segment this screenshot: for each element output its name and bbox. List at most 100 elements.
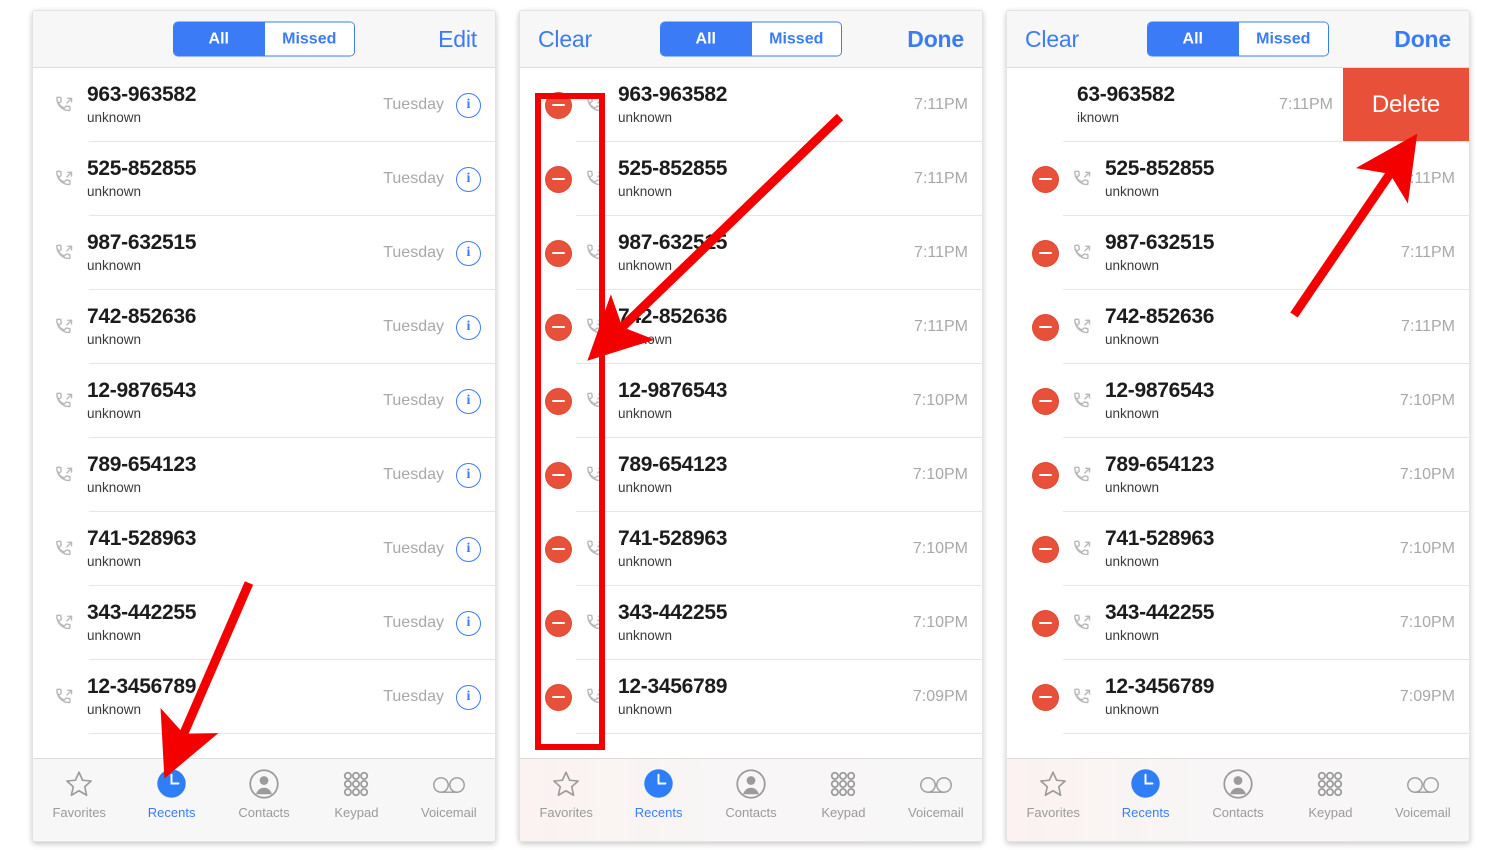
call-row[interactable]: 987-632515 unknown 7:11PM [1007, 216, 1469, 290]
info-icon[interactable]: i [456, 610, 481, 636]
info-icon[interactable]: i [456, 166, 481, 192]
call-row[interactable]: 12-3456789 unknown 7:09PM [1007, 660, 1469, 734]
call-row[interactable]: 789-654123 unknown 7:10PM [1007, 438, 1469, 512]
tab-favorites[interactable]: Favorites [520, 767, 612, 820]
call-row[interactable]: 742-852636 unknown 7:11PM [520, 290, 982, 364]
done-button-2[interactable]: Done [907, 26, 964, 53]
calls-filter-segmented-control-2[interactable]: All Missed [660, 21, 842, 57]
call-row[interactable]: 12-3456789 unknown 7:09PM [520, 660, 982, 734]
tab-contacts[interactable]: Contacts [705, 767, 797, 820]
remove-minus-icon[interactable] [1031, 387, 1059, 415]
segment-missed[interactable]: Missed [750, 22, 841, 56]
call-row[interactable]: 343-442255 unknown 7:10PM [1007, 586, 1469, 660]
calls-filter-segmented-control[interactable]: All Missed [173, 21, 355, 57]
info-icon[interactable]: i [456, 536, 481, 562]
tab-voicemail[interactable]: Voicemail [890, 767, 982, 820]
info-icon[interactable]: i [456, 684, 481, 710]
tab-keypad[interactable]: Keypad [797, 767, 889, 820]
segment-all[interactable]: All [174, 22, 264, 56]
info-icon[interactable]: i [456, 388, 481, 414]
call-row[interactable]: 525-852855 unknown 7:11PM [520, 142, 982, 216]
delete-slot [536, 683, 580, 711]
remove-minus-icon[interactable] [544, 387, 572, 415]
call-meta: 7:11PM [914, 96, 982, 114]
tab-contacts[interactable]: Contacts [1192, 767, 1284, 820]
tab-favorites[interactable]: Favorites [33, 767, 125, 820]
remove-minus-icon[interactable] [544, 239, 572, 267]
remove-minus-icon[interactable] [1031, 239, 1059, 267]
call-row[interactable]: 12-9876543 unknown 7:10PM [520, 364, 982, 438]
navigation-bar-3: Clear All Missed Done [1007, 11, 1469, 68]
call-row[interactable]: 12-3456789 unknown Tuesday i [33, 660, 495, 734]
call-number: 741-528963 [618, 527, 728, 550]
delete-slot [1023, 387, 1067, 415]
remove-minus-icon[interactable] [1031, 535, 1059, 563]
tab-bar-1[interactable]: Favorites Recents Contacts Keypad Voicemail [33, 758, 495, 841]
tab-recents[interactable]: Recents [125, 767, 217, 820]
call-row[interactable]: 741-528963 unknown 7:10PM [520, 512, 982, 586]
remove-minus-icon[interactable] [1031, 609, 1059, 637]
remove-minus-icon[interactable] [544, 609, 572, 637]
tab-favorites[interactable]: Favorites [1007, 767, 1099, 820]
call-row[interactable]: 525-852855 unknown Tuesday i [33, 142, 495, 216]
delete-button[interactable]: Delete [1343, 68, 1469, 141]
tab-recents[interactable]: Recents [612, 767, 704, 820]
segment-all[interactable]: All [1148, 22, 1238, 56]
info-icon[interactable]: i [456, 462, 481, 488]
tab-bar-3[interactable]: Favorites Recents Contacts Keypad Voicemail [1007, 758, 1469, 841]
call-row[interactable]: 987-632515 unknown 7:11PM [520, 216, 982, 290]
segment-missed[interactable]: Missed [1237, 22, 1328, 56]
remove-minus-icon[interactable] [544, 91, 572, 119]
tab-recents[interactable]: Recents [1099, 767, 1191, 820]
call-row[interactable]: 789-654123 unknown Tuesday i [33, 438, 495, 512]
tab-voicemail[interactable]: Voicemail [1377, 767, 1469, 820]
call-number: 12-9876543 [1105, 379, 1215, 402]
call-row[interactable]: 742-852636 unknown Tuesday i [33, 290, 495, 364]
clear-button-2[interactable]: Clear [538, 26, 592, 53]
call-number: 741-528963 [1105, 527, 1215, 550]
call-row[interactable]: 741-528963 unknown Tuesday i [33, 512, 495, 586]
call-row[interactable]: 741-528963 unknown 7:10PM [1007, 512, 1469, 586]
call-row[interactable]: 12-9876543 unknown Tuesday i [33, 364, 495, 438]
tab-keypad[interactable]: Keypad [1284, 767, 1376, 820]
recents-call-list-3[interactable]: 63-963582 iknown 7:11PM Delete 525-852855… [1007, 68, 1469, 758]
call-row[interactable]: 12-9876543 unknown 7:10PM [1007, 364, 1469, 438]
call-row[interactable]: 789-654123 unknown 7:10PM [520, 438, 982, 512]
delete-slot [536, 165, 580, 193]
call-row[interactable]: 525-852855 unknown 7:11PM [1007, 142, 1469, 216]
remove-minus-icon[interactable] [1031, 683, 1059, 711]
call-row-text: 12-3456789 unknown [610, 675, 913, 719]
remove-minus-icon[interactable] [1031, 461, 1059, 489]
segment-all[interactable]: All [661, 22, 751, 56]
tab-voicemail[interactable]: Voicemail [403, 767, 495, 820]
call-row[interactable]: 987-632515 unknown Tuesday i [33, 216, 495, 290]
segment-missed[interactable]: Missed [263, 22, 354, 56]
call-row-swiped[interactable]: 63-963582 iknown 7:11PM Delete [1007, 68, 1469, 142]
remove-minus-icon[interactable] [544, 683, 572, 711]
remove-minus-icon[interactable] [1031, 313, 1059, 341]
tab-contacts[interactable]: Contacts [218, 767, 310, 820]
edit-button[interactable]: Edit [438, 26, 477, 53]
clear-button-3[interactable]: Clear [1025, 26, 1079, 53]
call-row[interactable]: 742-852636 unknown 7:11PM [1007, 290, 1469, 364]
call-row[interactable]: 343-442255 unknown Tuesday i [33, 586, 495, 660]
remove-minus-icon[interactable] [544, 461, 572, 489]
call-row[interactable]: 343-442255 unknown 7:10PM [520, 586, 982, 660]
info-icon[interactable]: i [456, 314, 481, 340]
remove-minus-icon[interactable] [1031, 165, 1059, 193]
remove-minus-icon[interactable] [544, 165, 572, 193]
done-button-3[interactable]: Done [1394, 26, 1451, 53]
call-row[interactable]: 963-963582 unknown Tuesday i [33, 68, 495, 142]
tab-label: Keypad [334, 805, 379, 820]
recents-call-list-1[interactable]: 963-963582 unknown Tuesday i 525-852855 unkno… [33, 68, 495, 758]
info-icon[interactable]: i [456, 240, 481, 266]
call-row[interactable]: 963-963582 unknown 7:11PM [520, 68, 982, 142]
remove-minus-icon[interactable] [544, 535, 572, 563]
remove-minus-icon[interactable] [544, 313, 572, 341]
info-icon[interactable]: i [456, 92, 481, 118]
tab-bar-2[interactable]: Favorites Recents Contacts Keypad Voicemail [520, 758, 982, 841]
calls-filter-segmented-control-3[interactable]: All Missed [1147, 21, 1329, 57]
recents-call-list-2[interactable]: 963-963582 unknown 7:11PM 525-852855 unknown… [520, 68, 982, 758]
tab-keypad[interactable]: Keypad [310, 767, 402, 820]
call-number: 963-963582 [618, 83, 728, 106]
